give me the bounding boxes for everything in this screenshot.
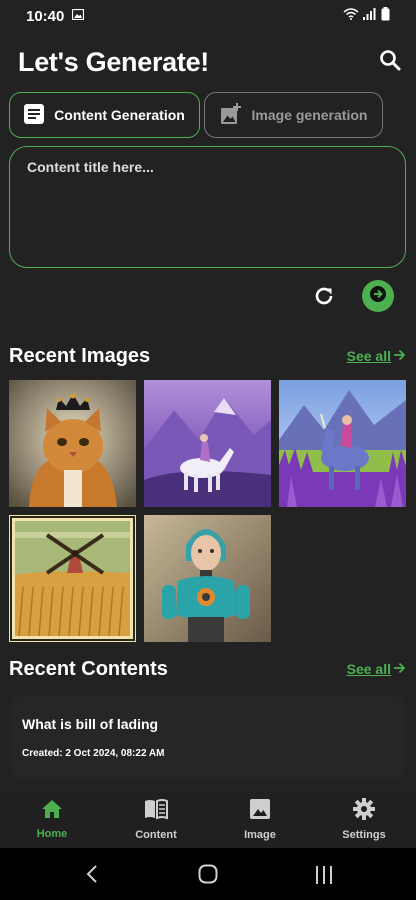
content-created-date: Created: 2 Oct 2024, 08:22 AM (22, 748, 165, 759)
nav-item-home[interactable]: Home (0, 790, 104, 848)
status-left: 10:40 (26, 7, 85, 25)
search-icon[interactable] (378, 48, 402, 77)
system-nav-bar (0, 848, 416, 900)
nav-item-image[interactable]: Image (208, 790, 312, 848)
content-card[interactable]: What is bill of lading Created: 2 Oct 20… (12, 696, 404, 778)
content-title-box[interactable] (9, 146, 406, 268)
document-icon (24, 103, 45, 127)
tab-image-generation[interactable]: Image generation (204, 92, 383, 138)
send-button[interactable] (362, 280, 394, 312)
arrow-right-icon (370, 285, 386, 307)
book-icon (143, 798, 169, 823)
home-button-icon[interactable] (198, 864, 218, 889)
status-right (343, 6, 390, 26)
content-title: What is bill of lading (22, 716, 159, 732)
nav-label: Home (36, 827, 68, 840)
tab-content-generation[interactable]: Content Generation (9, 92, 200, 138)
image-thumb-unicorn[interactable] (279, 380, 406, 507)
image-thumb-windmill[interactable] (9, 515, 136, 642)
signal-icon (363, 7, 377, 25)
image-icon (249, 798, 271, 823)
section-title: Recent Images (9, 344, 151, 367)
wifi-icon (343, 7, 359, 25)
nav-label: Settings (342, 828, 386, 841)
see-all-contents-link[interactable]: See all (347, 661, 406, 677)
status-bar: 10:40 (0, 0, 416, 32)
gallery-notification-icon (72, 7, 85, 25)
add-image-icon (220, 102, 242, 128)
see-all-images-link[interactable]: See all (347, 348, 406, 364)
tab-label: Content Generation (54, 107, 185, 123)
content-title-input[interactable] (27, 159, 388, 175)
image-thumb-cat[interactable] (9, 380, 136, 507)
image-thumb-robot[interactable] (144, 515, 271, 642)
back-icon[interactable] (86, 864, 98, 889)
status-time: 10:40 (26, 7, 65, 25)
arrow-right-icon (393, 348, 406, 364)
generation-tabs: Content Generation Image generation (9, 92, 384, 138)
app-header: Let's Generate! (0, 40, 416, 84)
home-icon (41, 799, 63, 822)
battery-icon (381, 6, 390, 26)
nav-label: Content (135, 828, 177, 841)
page-title: Let's Generate! (18, 46, 209, 77)
nav-label: Image (244, 828, 276, 841)
gear-icon (353, 797, 375, 823)
recent-apps-icon[interactable] (314, 866, 334, 889)
arrow-right-icon (393, 661, 406, 677)
image-thumb-horse[interactable] (144, 380, 271, 507)
see-all-label: See all (346, 661, 391, 677)
nav-item-settings[interactable]: Settings (312, 790, 416, 848)
nav-item-content[interactable]: Content (104, 790, 208, 848)
section-title: Recent Contents (9, 657, 168, 680)
recent-contents-header: Recent Contents See all (9, 657, 406, 681)
tab-label: Image generation (251, 107, 368, 123)
bottom-nav: Home Content Image Settings (0, 790, 416, 848)
see-all-label: See all (346, 348, 391, 364)
input-actions (0, 280, 416, 312)
recent-images-header: Recent Images See all (9, 344, 406, 368)
refresh-icon[interactable] (312, 284, 336, 308)
